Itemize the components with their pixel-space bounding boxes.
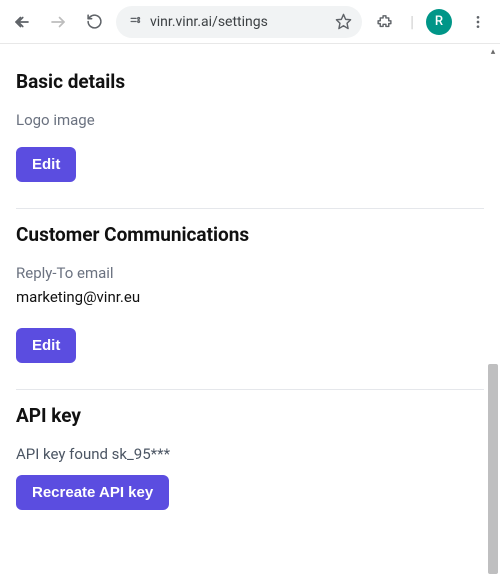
extensions-button[interactable] [370, 8, 398, 36]
api-key-status: API key found sk_95*** [16, 445, 484, 463]
customer-comms-heading: Customer Communications [16, 223, 484, 246]
address-bar[interactable]: vinr.vinr.ai/settings [116, 6, 362, 38]
settings-content: Basic details Logo image Edit Customer C… [0, 44, 500, 584]
separator: | [410, 12, 414, 31]
puzzle-icon [376, 13, 393, 30]
dots-vertical-icon [470, 14, 486, 30]
arrow-right-icon [49, 13, 67, 31]
scroll-thumb[interactable] [488, 364, 498, 574]
recreate-api-key-button[interactable]: Recreate API key [16, 475, 169, 510]
browser-toolbar: vinr.vinr.ai/settings | R [0, 0, 500, 44]
reload-icon [86, 13, 103, 30]
api-key-heading: API key [16, 404, 484, 427]
forward-button[interactable] [44, 8, 72, 36]
divider [16, 208, 484, 209]
scrollbar[interactable]: ▴ [486, 44, 500, 584]
menu-button[interactable] [464, 8, 492, 36]
url-text: vinr.vinr.ai/settings [150, 14, 328, 30]
profile-avatar[interactable]: R [426, 9, 452, 35]
reload-button[interactable] [80, 8, 108, 36]
reply-to-value: marketing@vinr.eu [16, 288, 484, 306]
back-button[interactable] [8, 8, 36, 36]
edit-basic-button[interactable]: Edit [16, 147, 76, 182]
scroll-up-arrow-icon[interactable]: ▴ [486, 44, 500, 60]
arrow-left-icon [13, 13, 31, 31]
site-settings-icon[interactable] [126, 14, 144, 29]
avatar-letter: R [435, 14, 443, 29]
edit-comms-button[interactable]: Edit [16, 328, 76, 363]
basic-details-heading: Basic details [16, 70, 484, 93]
star-icon[interactable] [334, 13, 352, 30]
divider [16, 389, 484, 390]
page-body: Basic details Logo image Edit Customer C… [0, 44, 500, 584]
reply-to-label: Reply-To email [16, 264, 484, 282]
logo-image-label: Logo image [16, 111, 484, 129]
